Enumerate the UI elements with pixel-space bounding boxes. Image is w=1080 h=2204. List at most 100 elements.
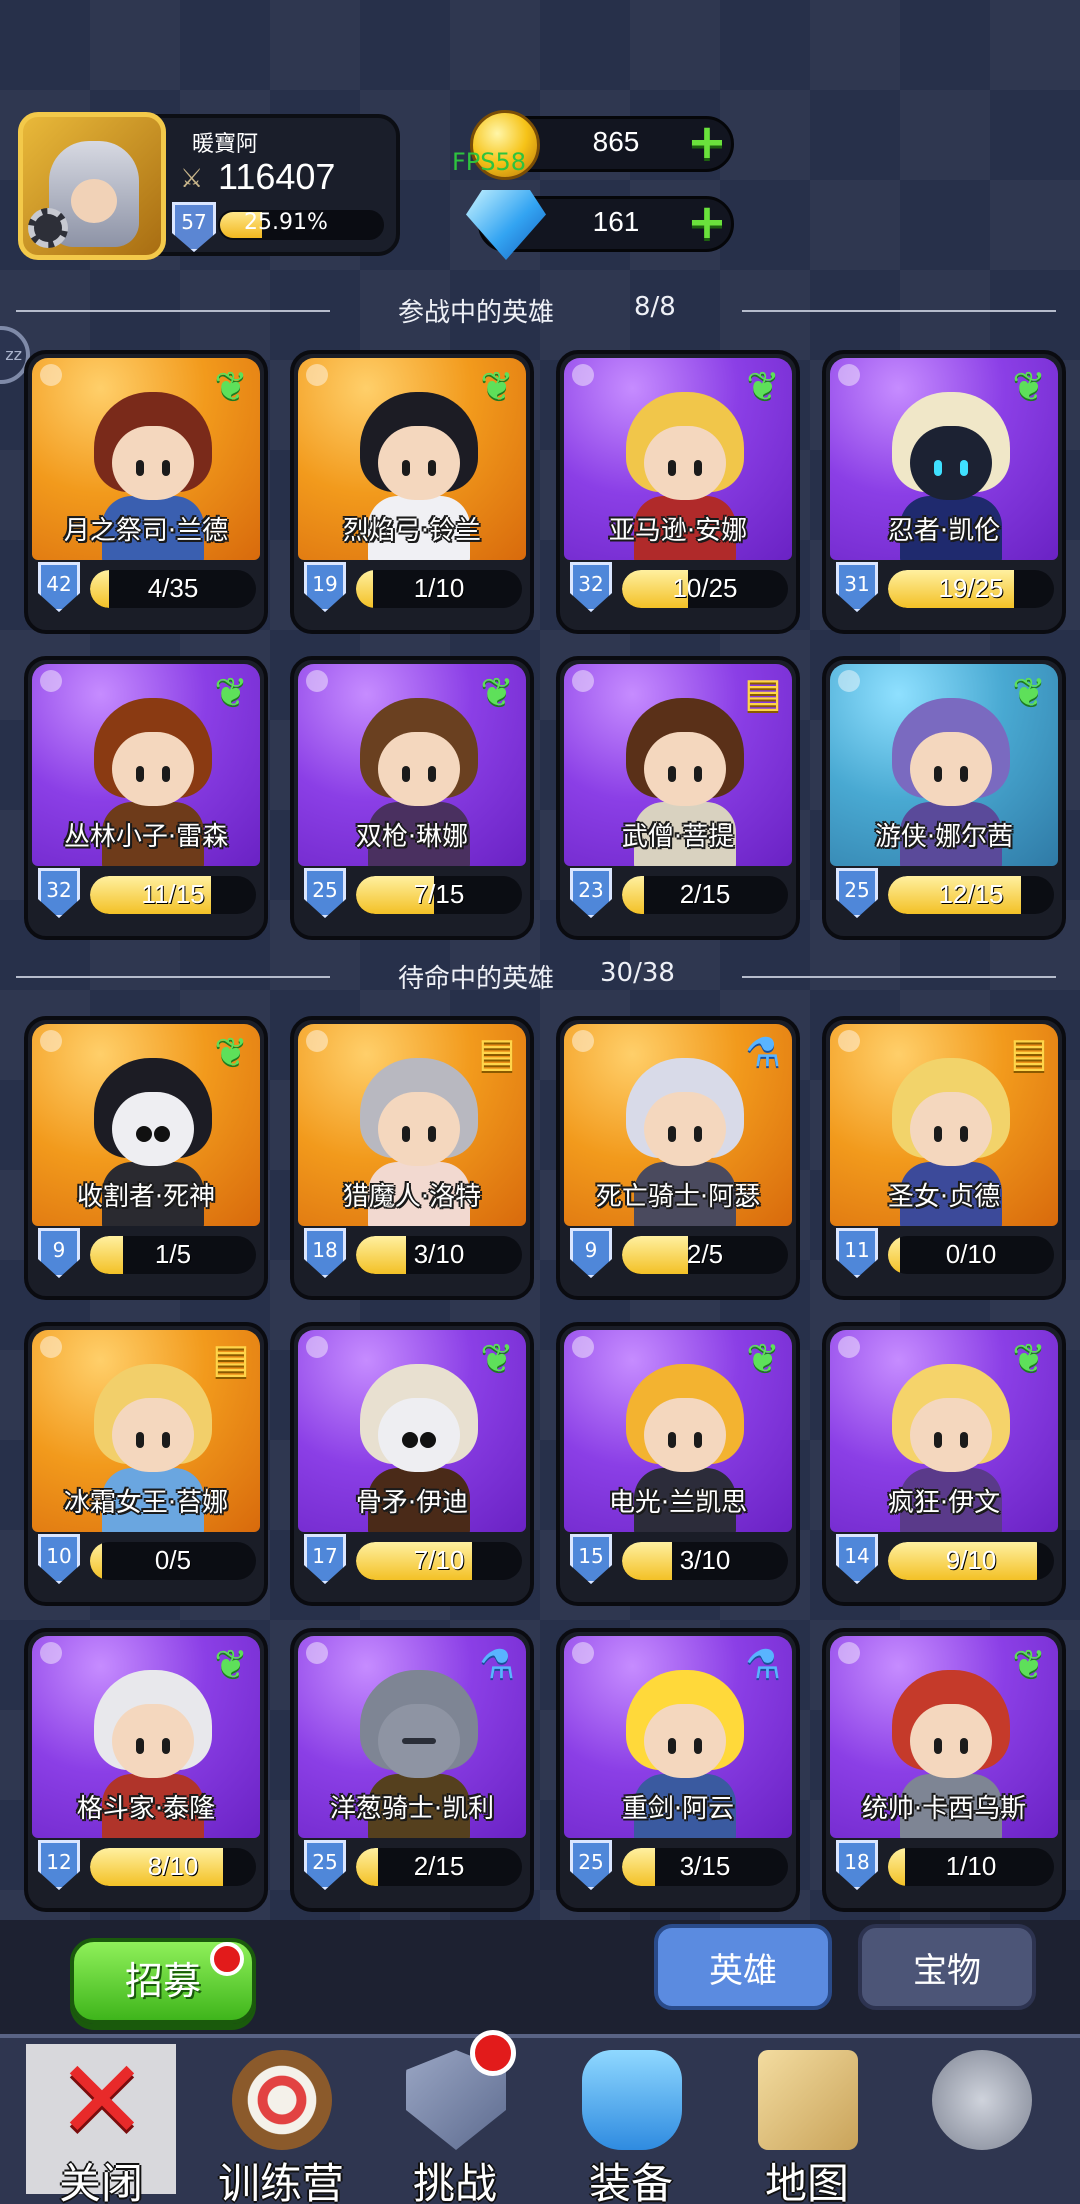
gold-amount: 865 [592, 126, 640, 157]
hero-portrait: ❦ 统帅·卡西乌斯 [830, 1636, 1058, 1838]
player-exp-percent: 25.91% [244, 210, 328, 235]
hero-shard-progress: 2/5 [686, 1239, 724, 1269]
nav-locked-button[interactable] [896, 2040, 1066, 2204]
nav-close-button[interactable]: ✕ 关闭 [16, 2040, 186, 2204]
hero-level: 18 [312, 1238, 338, 1262]
hero-portrait: ❦ 疯狂·伊文 [830, 1330, 1058, 1532]
hero-level: 11 [844, 1238, 870, 1262]
leaf-class-icon: ❦ [214, 364, 248, 410]
hero-shard-progress: 19/25 [938, 573, 1004, 603]
hero-portrait: ▤ 猎魔人·洛特 [298, 1024, 526, 1226]
reserve-section-title: 待命中的英雄 [398, 964, 555, 994]
hero-level: 9 [584, 1238, 598, 1262]
hero-name: 骨矛·伊迪 [355, 1488, 469, 1518]
hero-card[interactable]: ▤ 武僧·菩提 23 2/15 [556, 656, 800, 940]
hero-shard-progress-bar: 1/5 [90, 1236, 256, 1274]
reserve-heroes-header: 待命中的英雄 30/38 [0, 958, 1080, 998]
hero-card[interactable]: ❦ 烈焰弓·铃兰 19 1/10 [290, 350, 534, 634]
hero-shard-progress: 4/35 [147, 573, 199, 603]
hero-level: 32 [46, 878, 72, 902]
close-icon: ✕ [55, 2036, 149, 2164]
active-heroes-header: 参战中的英雄 8/8 [0, 292, 1080, 332]
armor-icon [582, 2050, 682, 2150]
hero-level: 32 [578, 572, 604, 596]
hero-card[interactable]: ⚗ 洋葱骑士·凯利 25 2/15 [290, 1628, 534, 1912]
hero-shard-progress: 7/15 [413, 879, 465, 909]
hero-card[interactable]: ⚗ 重剑·阿云 25 3/15 [556, 1628, 800, 1912]
hero-portrait: ▤ 冰霜女王·苔娜 [32, 1330, 260, 1532]
hero-name: 烈焰弓·铃兰 [342, 516, 482, 546]
hero-name: 月之祭司·兰德 [63, 516, 229, 546]
nav-close-label: 关闭 [58, 2159, 143, 2204]
hero-shard-progress: 2/15 [413, 1851, 465, 1881]
hero-card[interactable]: ▤ 圣女·贞德 11 0/10 [822, 1016, 1066, 1300]
hero-shard-progress-bar: 1/10 [356, 570, 522, 608]
hero-level: 14 [844, 1544, 870, 1568]
hero-level: 19 [312, 572, 338, 596]
nav-map-button[interactable]: 地图 [722, 2040, 892, 2204]
hero-name: 电光·兰凯思 [608, 1488, 748, 1518]
challenge-notification-dot [470, 2030, 516, 2076]
power-sword-icon: ⚔ [180, 164, 204, 194]
hero-card[interactable]: ❦ 电光·兰凯思 15 3/10 [556, 1322, 800, 1606]
hero-level: 17 [312, 1544, 338, 1568]
hero-card[interactable]: ⚗ 死亡骑士·阿瑟 9 2/5 [556, 1016, 800, 1300]
hero-portrait: ❦ 忍者·凯伦 [830, 358, 1058, 560]
add-gems-button[interactable]: + [684, 198, 730, 246]
hero-shard-progress: 1/10 [413, 573, 465, 603]
hero-name: 统帅·卡西乌斯 [861, 1794, 1027, 1824]
hero-card[interactable]: ❦ 忍者·凯伦 31 19/25 [822, 350, 1066, 634]
tab-heroes[interactable]: 英雄 [654, 1924, 832, 2010]
hero-shard-progress-bar: 3/15 [622, 1848, 788, 1886]
hero-card[interactable]: ▤ 猎魔人·洛特 18 3/10 [290, 1016, 534, 1300]
hero-shard-progress-bar: 8/10 [90, 1848, 256, 1886]
hero-portrait: ❦ 双枪·琳娜 [298, 664, 526, 866]
potion-class-icon: ⚗ [745, 1030, 781, 1076]
recruit-notification-dot [210, 1942, 244, 1976]
nav-challenge-button[interactable]: 挑战 [370, 2040, 540, 2204]
hero-level: 25 [312, 878, 338, 902]
hero-card[interactable]: ❦ 双枪·琳娜 25 7/15 [290, 656, 534, 940]
hero-card[interactable]: ❦ 丛林小子·雷森 32 11/15 [24, 656, 268, 940]
hero-card[interactable]: ▤ 冰霜女王·苔娜 10 0/5 [24, 1322, 268, 1606]
leaf-class-icon: ❦ [480, 364, 514, 410]
hero-card[interactable]: ❦ 亚马逊·安娜 32 10/25 [556, 350, 800, 634]
leaf-class-icon: ❦ [214, 1030, 248, 1076]
hero-shard-progress-bar: 1/10 [888, 1848, 1054, 1886]
leaf-class-icon: ❦ [214, 670, 248, 716]
hero-level: 42 [46, 572, 72, 596]
nav-map-label: 地图 [764, 2159, 849, 2204]
hero-shard-progress: 10/25 [672, 573, 738, 603]
hero-name: 圣女·贞德 [887, 1182, 1001, 1212]
add-gold-button[interactable]: + [684, 118, 730, 166]
tab-treasure[interactable]: 宝物 [858, 1924, 1036, 2010]
hero-name: 猎魔人·洛特 [342, 1182, 482, 1212]
leaf-class-icon: ❦ [480, 1336, 514, 1382]
hero-level: 25 [312, 1850, 338, 1874]
hero-card[interactable]: ❦ 疯狂·伊文 14 9/10 [822, 1322, 1066, 1606]
hero-shard-progress: 2/15 [679, 879, 731, 909]
hero-shard-progress: 11/15 [141, 879, 205, 909]
hero-card[interactable]: ❦ 月之祭司·兰德 42 4/35 [24, 350, 268, 634]
hero-name: 死亡骑士·阿瑟 [595, 1182, 761, 1212]
hero-level: 23 [578, 878, 604, 902]
book-class-icon: ▤ [478, 1030, 516, 1076]
hero-name: 忍者·凯伦 [887, 516, 1001, 546]
hero-card[interactable]: ❦ 骨矛·伊迪 17 7/10 [290, 1322, 534, 1606]
hero-shard-progress-bar: 0/10 [888, 1236, 1054, 1274]
hero-shard-progress: 3/15 [679, 1851, 731, 1881]
hero-portrait: ⚗ 重剑·阿云 [564, 1636, 792, 1838]
hero-portrait: ▤ 圣女·贞德 [830, 1024, 1058, 1226]
settings-gear-icon[interactable] [28, 208, 68, 248]
nav-challenge-label: 挑战 [412, 2159, 497, 2204]
hero-card[interactable]: ❦ 格斗家·泰隆 12 8/10 [24, 1628, 268, 1912]
gem-amount: 161 [592, 206, 640, 237]
hero-card[interactable]: ❦ 统帅·卡西乌斯 18 1/10 [822, 1628, 1066, 1912]
hero-card[interactable]: ❦ 游侠·娜尔茜 25 12/15 [822, 656, 1066, 940]
nav-equipment-button[interactable]: 装备 [546, 2040, 716, 2204]
hero-card[interactable]: ❦ 收割者·死神 9 1/5 [24, 1016, 268, 1300]
hero-name: 游侠·娜尔茜 [874, 822, 1014, 852]
potion-class-icon: ⚗ [479, 1642, 515, 1688]
nav-training-button[interactable]: 训练营 [196, 2040, 366, 2204]
hero-name: 双枪·琳娜 [355, 822, 469, 852]
